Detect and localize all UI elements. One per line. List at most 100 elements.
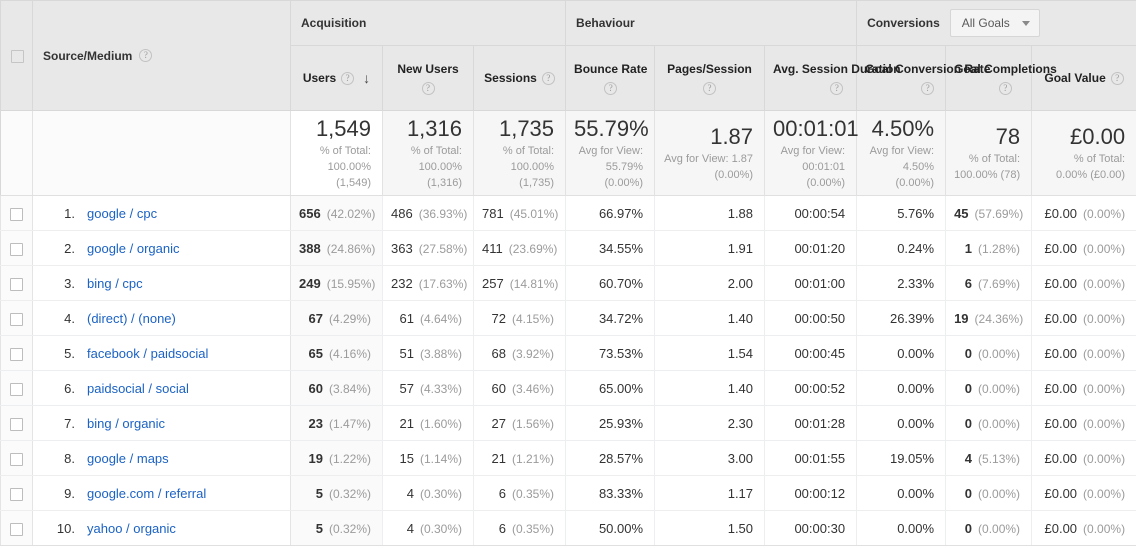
cell-avg-duration: 00:01:55 <box>764 440 858 476</box>
help-question-icon[interactable]: ? <box>604 82 618 95</box>
summary-cell-goal-value: £0.00 % of Total: 0.00% (£0.00) <box>1031 110 1136 196</box>
help-question-icon[interactable]: ? <box>139 49 153 62</box>
row-checkbox-cell[interactable] <box>0 510 33 546</box>
row-checkbox-cell[interactable] <box>0 195 33 231</box>
source-medium-link[interactable]: google.com / referral <box>87 486 206 501</box>
source-medium-link[interactable]: bing / organic <box>87 416 165 431</box>
column-header-bounce-rate[interactable]: Bounce Rate ? <box>565 45 656 111</box>
cell-bounce-rate: 73.53% <box>565 335 656 371</box>
row-checkbox-cell[interactable] <box>0 405 33 441</box>
row-checkbox[interactable] <box>10 312 23 326</box>
summary-note-sessions-1: % of Total: <box>502 145 555 157</box>
table-row[interactable]: 1. google / cpc 656 (42.02%) 486 (36.93%) … <box>0 195 1136 231</box>
summary-value-bounce-rate: 55.79% <box>574 116 649 141</box>
column-header-goal-value[interactable]: Goal Value ? <box>1031 45 1136 111</box>
source-medium-link[interactable]: (direct) / (none) <box>87 311 176 326</box>
row-checkbox-cell[interactable] <box>0 230 33 266</box>
row-checkbox[interactable] <box>10 207 23 221</box>
row-checkbox-cell[interactable] <box>0 370 33 406</box>
column-header-goal-completions[interactable]: Goal Completions ? <box>945 45 1057 111</box>
cell-users-value: 19 <box>308 450 323 466</box>
table-row[interactable]: 7. bing / organic 23 (1.47%) 21 (1.60%) 27… <box>0 405 1136 441</box>
row-checkbox[interactable] <box>10 382 23 396</box>
summary-cell-bounce-rate: 55.79% Avg for View: 55.79% (0.00%) <box>565 110 656 196</box>
cell-goal-completions-value: 19 <box>954 310 969 326</box>
help-question-icon[interactable]: ? <box>341 71 355 85</box>
dimension-column-header[interactable]: Source/Medium ? <box>32 0 291 111</box>
cell-goal-completions-value: 0 <box>964 415 973 431</box>
column-header-avg-session-duration[interactable]: Avg. Session Duration ? <box>764 45 901 111</box>
cell-sessions-pct: (1.56%) <box>512 416 555 431</box>
column-header-sessions[interactable]: Sessions ? <box>473 45 567 111</box>
table-row[interactable]: 9. google.com / referral 5 (0.32%) 4 (0.30… <box>0 475 1136 511</box>
help-question-icon[interactable]: ? <box>830 82 844 95</box>
cell-goal-conversion-rate: 0.00% <box>856 475 947 511</box>
group-label-acquisition: Acquisition <box>301 16 367 30</box>
row-checkbox[interactable] <box>10 452 23 466</box>
source-medium-link[interactable]: yahoo / organic <box>87 521 176 536</box>
row-index: 8. <box>64 450 75 466</box>
summary-note-new-users-3: (1,316) <box>427 177 462 189</box>
cell-new-users-value: 21 <box>399 415 414 431</box>
table-row[interactable]: 5. facebook / paidsocial 65 (4.16%) 51 (3.… <box>0 335 1136 371</box>
sort-descending-arrow-icon[interactable]: ↓ <box>363 71 370 85</box>
table-row[interactable]: 3. bing / cpc 249 (15.95%) 232 (17.63%) 25… <box>0 265 1136 301</box>
source-medium-link[interactable]: facebook / paidsocial <box>87 346 208 361</box>
row-checkbox-cell[interactable] <box>0 335 33 371</box>
cell-bounce-rate: 50.00% <box>565 510 656 546</box>
row-checkbox[interactable] <box>10 347 23 361</box>
source-medium-link[interactable]: bing / cpc <box>87 276 143 291</box>
row-dimension-cell: 6. paidsocial / social <box>32 370 291 406</box>
cell-sessions-value: 72 <box>491 310 506 326</box>
select-all-checkbox[interactable] <box>11 49 24 63</box>
cell-new-users-value: 486 <box>391 205 413 221</box>
source-medium-link[interactable]: google / cpc <box>87 206 157 221</box>
help-question-icon[interactable]: ? <box>921 82 935 95</box>
cell-bounce-rate: 34.55% <box>565 230 656 266</box>
table-row[interactable]: 8. google / maps 19 (1.22%) 15 (1.14%) 21 (… <box>0 440 1136 476</box>
row-checkbox-cell[interactable] <box>0 475 33 511</box>
table-row[interactable]: 10. yahoo / organic 5 (0.32%) 4 (0.30%) 6 (… <box>0 510 1136 546</box>
cell-goal-completions-pct: (1.28%) <box>978 241 1021 256</box>
help-question-icon[interactable]: ? <box>998 82 1012 95</box>
table-row[interactable]: 4. (direct) / (none) 67 (4.29%) 61 (4.64%)… <box>0 300 1136 336</box>
row-checkbox-cell[interactable] <box>0 300 33 336</box>
column-header-users[interactable]: Users ? ↓ <box>290 45 383 111</box>
row-checkbox[interactable] <box>10 242 23 256</box>
cell-goal-value: £0.00 (0.00%) <box>1031 300 1136 336</box>
cell-goal-completions-value: 6 <box>964 275 973 291</box>
source-medium-link[interactable]: google / organic <box>87 241 180 256</box>
help-question-icon[interactable]: ? <box>541 71 555 85</box>
table-row[interactable]: 6. paidsocial / social 60 (3.84%) 57 (4.33… <box>0 370 1136 406</box>
summary-value-goal-conversion-rate: 4.50% <box>871 116 935 141</box>
cell-new-users-value: 363 <box>391 240 413 256</box>
row-checkbox[interactable] <box>10 522 23 536</box>
row-dimension-cell: 7. bing / organic <box>32 405 291 441</box>
row-checkbox-cell[interactable] <box>0 440 33 476</box>
source-medium-link[interactable]: paidsocial / social <box>87 381 189 396</box>
select-all-checkbox-cell[interactable] <box>0 0 33 111</box>
table-row[interactable]: 2. google / organic 388 (24.86%) 363 (27.5… <box>0 230 1136 266</box>
summary-note-users-2: 100.00% <box>327 161 371 173</box>
cell-goal-value-pct: (0.00%) <box>1083 416 1126 431</box>
row-checkbox[interactable] <box>10 277 23 291</box>
cell-bounce-rate: 66.97% <box>565 195 656 231</box>
column-header-goal-conversion-rate[interactable]: Goal Conversion Rate ? <box>856 45 990 111</box>
goal-selector-dropdown[interactable]: All Goals <box>949 9 1040 37</box>
cell-pages-session: 1.40 <box>654 370 766 406</box>
help-question-icon[interactable]: ? <box>421 82 435 95</box>
column-header-pages-session[interactable]: Pages/Session ? <box>654 45 766 111</box>
row-checkbox-cell[interactable] <box>0 265 33 301</box>
source-medium-data-table: Source/Medium ? Acquisition Behaviour Co… <box>0 0 1136 546</box>
column-header-new-users[interactable]: New Users ? <box>382 45 474 111</box>
cell-goal-completions-value: 0 <box>964 520 973 536</box>
row-checkbox[interactable] <box>10 417 23 431</box>
row-checkbox[interactable] <box>10 487 23 501</box>
cell-users-pct: (24.86%) <box>326 241 376 256</box>
cell-goal-value-pct: (0.00%) <box>1083 346 1126 361</box>
help-question-icon[interactable]: ? <box>703 82 717 95</box>
help-question-icon[interactable]: ? <box>1110 71 1124 85</box>
source-medium-link[interactable]: google / maps <box>87 451 169 466</box>
cell-new-users: 57 (4.33%) <box>382 370 474 406</box>
cell-sessions-pct: (3.46%) <box>512 381 555 396</box>
